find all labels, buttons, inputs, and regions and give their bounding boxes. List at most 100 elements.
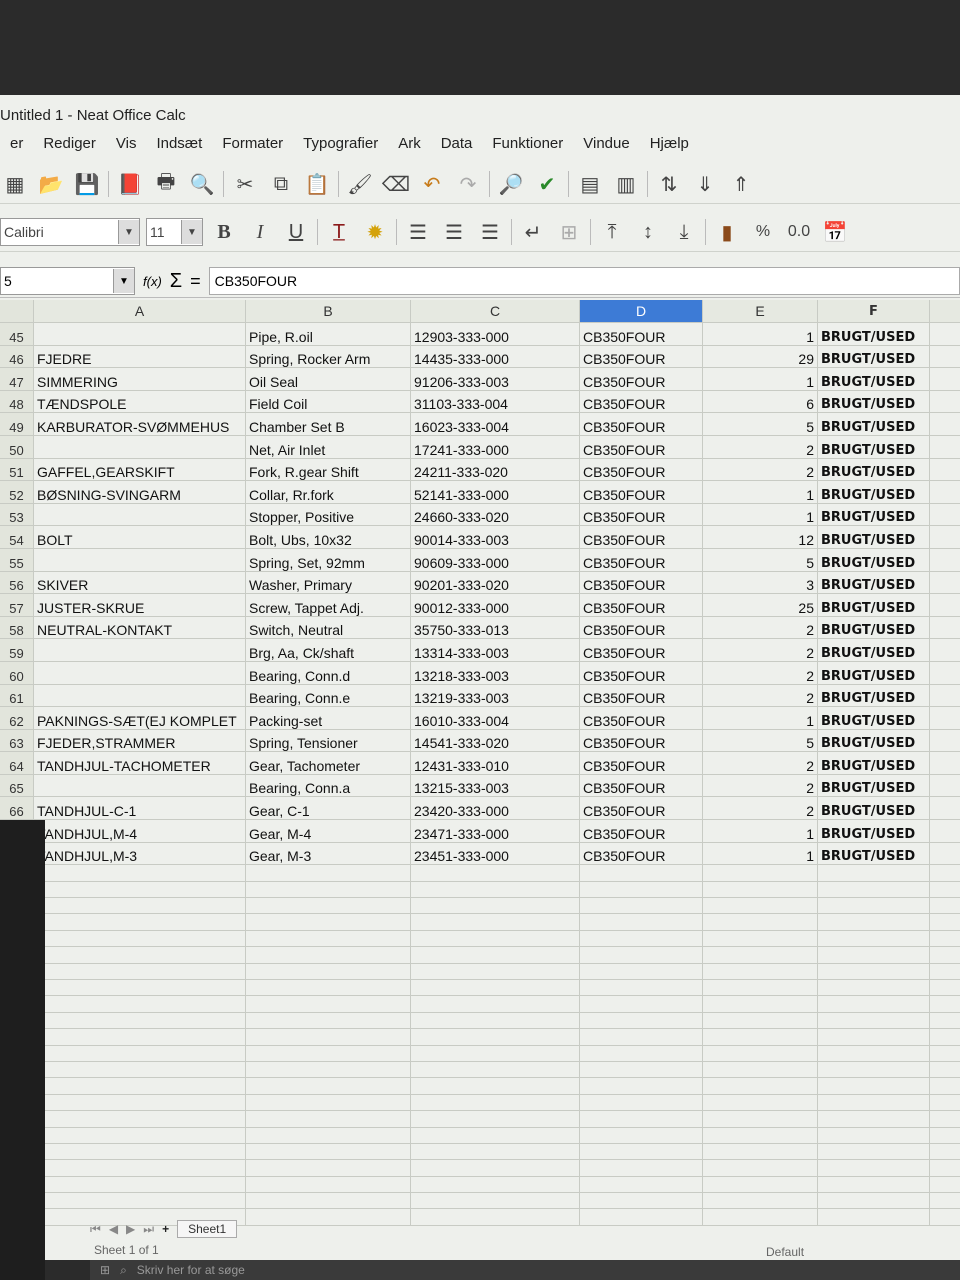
cell-c[interactable] [411, 947, 580, 963]
cell-e[interactable]: 2 [703, 661, 818, 684]
bold-button[interactable]: B [209, 217, 239, 247]
cell-c[interactable] [411, 1209, 580, 1225]
align-top-icon[interactable]: ⤒ [597, 217, 627, 247]
cell-b[interactable]: Chamber Set B [246, 413, 411, 435]
cell-c[interactable] [411, 1012, 580, 1029]
cell-d[interactable]: CB350FOUR [580, 323, 703, 345]
cell-c[interactable] [411, 1143, 580, 1160]
menu-item[interactable]: Ark [388, 135, 431, 163]
menu-item[interactable]: er [0, 135, 33, 163]
menu-item[interactable]: Hjælp [640, 135, 699, 163]
cell-c[interactable]: 12431-333-010 [411, 752, 580, 774]
cell-a[interactable] [34, 435, 246, 458]
cell-d[interactable]: CB350FOUR [580, 345, 703, 368]
underline-button[interactable]: U [281, 217, 311, 247]
cell-b[interactable]: Oil Seal [246, 368, 411, 390]
cell-a[interactable] [34, 1193, 246, 1209]
cell-a[interactable] [34, 1094, 246, 1111]
spreadsheet-grid[interactable]: ABCDEF 45 Pipe, R.oil 12903-333-000 CB350FO… [0, 300, 960, 1226]
open-icon[interactable]: 📂 [36, 169, 66, 199]
cell-f[interactable] [818, 1209, 930, 1225]
cell-a[interactable] [34, 774, 246, 797]
cell-b[interactable]: Bearing, Conn.d [246, 661, 411, 684]
font-color-icon[interactable]: T̲ [324, 217, 354, 247]
cell-a[interactable] [34, 1176, 246, 1193]
cell-f[interactable]: BRUGT/USED [818, 707, 930, 729]
cell-c[interactable] [411, 1029, 580, 1045]
cell-d[interactable]: CB350FOUR [580, 661, 703, 684]
cell-c[interactable]: 24660-333-020 [411, 503, 580, 526]
cell-d[interactable] [580, 996, 703, 1012]
menu-item[interactable]: Indsæt [146, 135, 212, 163]
cell-f[interactable] [818, 1193, 930, 1209]
function-wizard-button[interactable]: f(x) [143, 274, 162, 289]
cell-e[interactable] [703, 865, 818, 881]
cell-a[interactable]: BØSNING-SVINGARM [34, 481, 246, 503]
cell-b[interactable] [246, 1111, 411, 1127]
align-bottom-icon[interactable]: ⤓ [669, 217, 699, 247]
cell-b[interactable]: Bolt, Ubs, 10x32 [246, 526, 411, 548]
cell-e[interactable] [703, 1160, 818, 1176]
menu-item[interactable]: Typografier [293, 135, 388, 163]
row-header[interactable]: 48 [0, 390, 34, 413]
cell-c[interactable]: 13218-333-003 [411, 661, 580, 684]
cell-f[interactable]: BRUGT/USED [818, 842, 930, 865]
cell-a[interactable]: PAKNINGS-SÆT(EJ KOMPLET [34, 707, 246, 729]
cell-c[interactable]: 23420-333-000 [411, 797, 580, 820]
clone-formatting-icon[interactable]: 🖌 [345, 169, 375, 199]
cell-b[interactable]: Bearing, Conn.a [246, 774, 411, 797]
cell-a[interactable] [34, 1029, 246, 1045]
cell-b[interactable]: Gear, C-1 [246, 797, 411, 820]
cell-a[interactable]: GAFFEL,GEARSKIFT [34, 458, 246, 481]
cell-c[interactable] [411, 1045, 580, 1061]
cell-c[interactable]: 90609-333-000 [411, 548, 580, 571]
row-header[interactable]: 60 [0, 661, 34, 684]
cell-f[interactable] [818, 1111, 930, 1127]
cell-f[interactable]: BRUGT/USED [818, 797, 930, 820]
cell-e[interactable] [703, 914, 818, 930]
menu-item[interactable]: Vindue [573, 135, 639, 163]
cell-c[interactable]: 52141-333-000 [411, 481, 580, 503]
row-header[interactable]: 62 [0, 707, 34, 729]
cell-c[interactable] [411, 1094, 580, 1111]
cell-a[interactable] [34, 930, 246, 947]
cell-b[interactable]: Brg, Aa, Ck/shaft [246, 639, 411, 661]
cell-e[interactable] [703, 979, 818, 996]
cell-f[interactable]: BRUGT/USED [818, 684, 930, 707]
cell-d[interactable] [580, 1012, 703, 1029]
cell-f[interactable]: BRUGT/USED [818, 594, 930, 616]
cell-c[interactable] [411, 1078, 580, 1094]
cell-e[interactable]: 6 [703, 390, 818, 413]
cell-f[interactable]: BRUGT/USED [818, 368, 930, 390]
cell-d[interactable]: CB350FOUR [580, 707, 703, 729]
cell-a[interactable]: BOLT [34, 526, 246, 548]
cell-e[interactable] [703, 963, 818, 979]
cell-a[interactable] [34, 323, 246, 345]
cell-d[interactable] [580, 1160, 703, 1176]
cell-f[interactable] [818, 865, 930, 881]
cell-a[interactable]: FJEDER,STRAMMER [34, 729, 246, 752]
cell-f[interactable]: BRUGT/USED [818, 774, 930, 797]
cell-f[interactable]: BRUGT/USED [818, 503, 930, 526]
clear-formatting-icon[interactable]: ⌫ [381, 169, 411, 199]
cell-c[interactable]: 91206-333-003 [411, 368, 580, 390]
cell-b[interactable]: Spring, Set, 92mm [246, 548, 411, 571]
row-header[interactable]: 61 [0, 684, 34, 707]
cell-b[interactable]: Field Coil [246, 390, 411, 413]
cell-d[interactable]: CB350FOUR [580, 684, 703, 707]
font-name-select[interactable]: Calibri ▼ [0, 218, 140, 246]
prev-sheet-icon[interactable]: ◀ [109, 1222, 118, 1236]
cell-e[interactable]: 2 [703, 774, 818, 797]
export-pdf-icon[interactable]: 📕 [115, 169, 145, 199]
cell-c[interactable] [411, 881, 580, 898]
cell-b[interactable]: Gear, Tachometer [246, 752, 411, 774]
cell-d[interactable] [580, 914, 703, 930]
cell-d[interactable] [580, 1094, 703, 1111]
cell-d[interactable]: CB350FOUR [580, 548, 703, 571]
cell-f[interactable] [818, 1045, 930, 1061]
cell-a[interactable] [34, 881, 246, 898]
row-header[interactable]: 46 [0, 345, 34, 368]
cell-e[interactable]: 2 [703, 639, 818, 661]
cell-c[interactable]: 16010-333-004 [411, 707, 580, 729]
cell-b[interactable] [246, 996, 411, 1012]
